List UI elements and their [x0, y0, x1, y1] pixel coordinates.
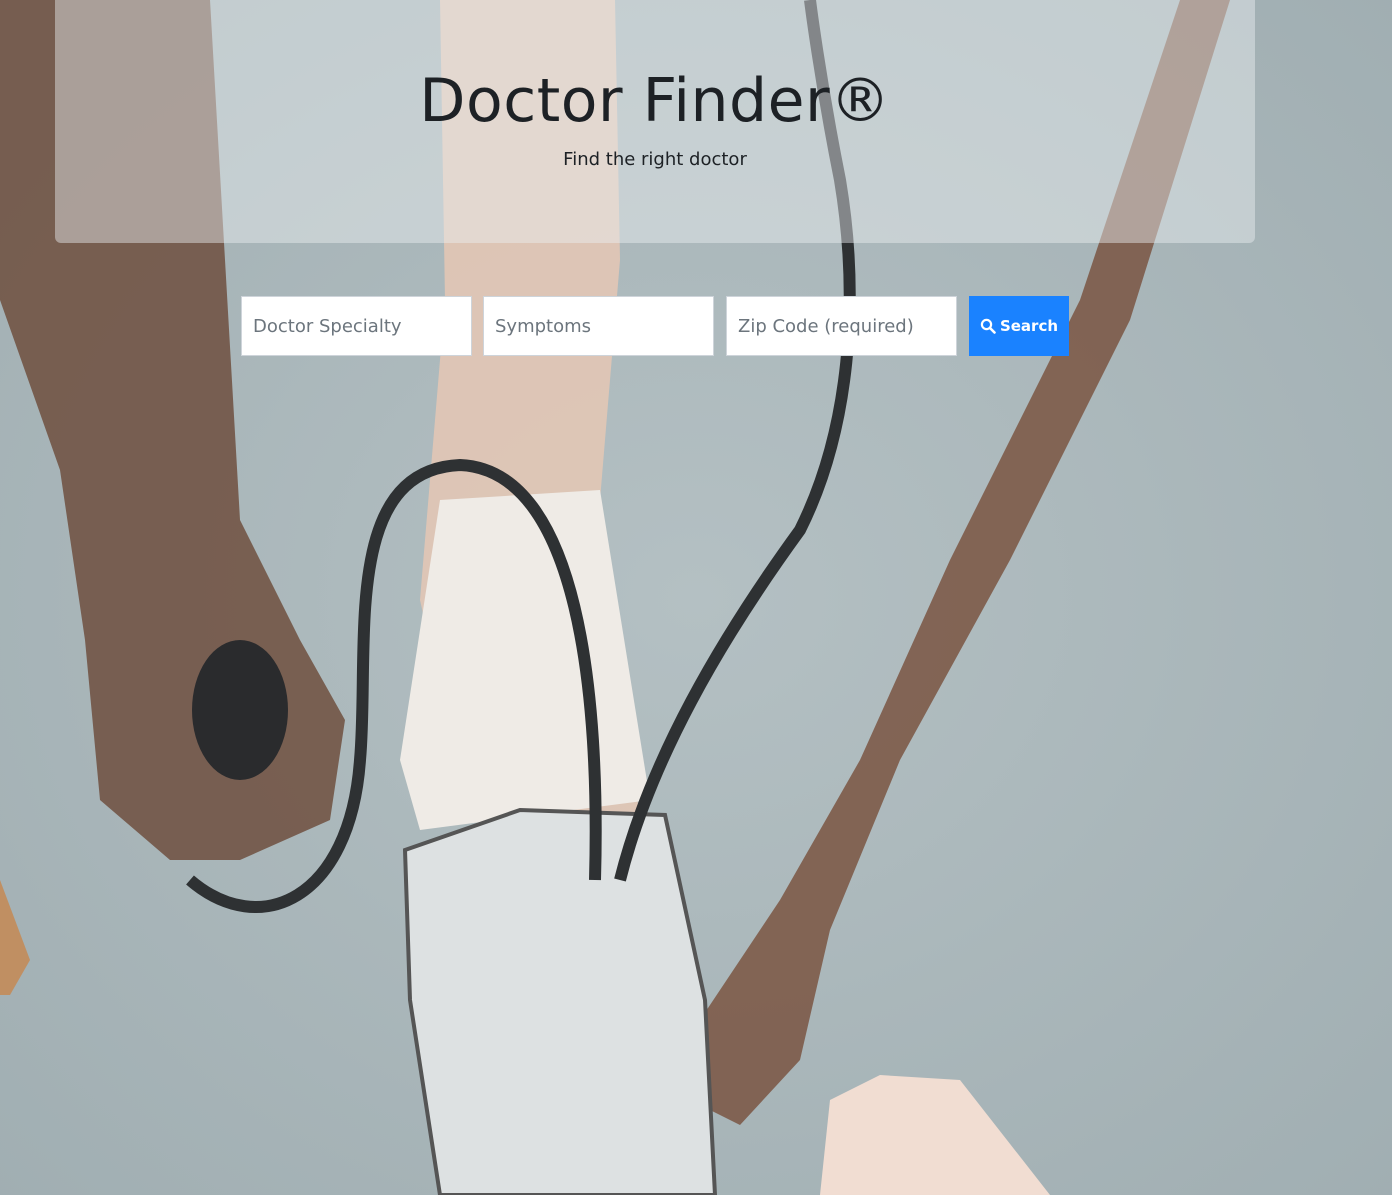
doctor-specialty-input[interactable]: [241, 296, 472, 356]
symptoms-input[interactable]: [483, 296, 714, 356]
search-icon: [980, 318, 996, 334]
header-banner: Doctor Finder® Find the right doctor: [55, 0, 1255, 243]
search-button-label: Search: [999, 317, 1059, 335]
page-subtitle: Find the right doctor: [563, 149, 747, 170]
zip-code-input[interactable]: [726, 296, 957, 356]
search-button[interactable]: Search: [969, 296, 1069, 356]
page-title: Doctor Finder®: [419, 66, 891, 136]
